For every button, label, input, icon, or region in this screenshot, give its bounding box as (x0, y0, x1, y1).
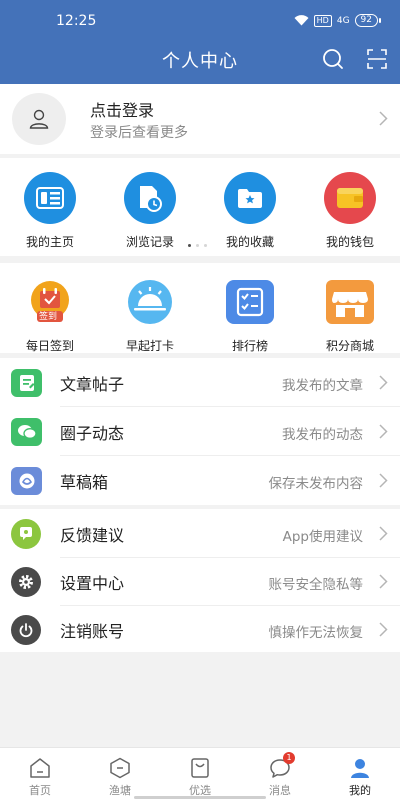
scan-icon[interactable] (367, 49, 387, 69)
chevron-right-icon (379, 375, 388, 394)
status-time: 12:25 (56, 13, 97, 29)
checkin-badge: 签到 (39, 312, 58, 322)
content-list: 文章帖子 我发布的文章 圈子动态 我发布的动态 草稿箱 保存未发布内容 (0, 358, 400, 505)
user-icon (29, 109, 49, 129)
nav-select[interactable]: 优选 (160, 757, 240, 798)
nav-label: 我的 (349, 784, 371, 797)
list-item-circle-posts[interactable]: 圈子动态 我发布的动态 (0, 407, 400, 456)
battery-icon: 92 (354, 14, 382, 27)
shortcut-wallet[interactable]: 我的钱包 (300, 172, 400, 250)
page-indicator (188, 244, 207, 247)
profile-icon (348, 757, 372, 779)
list-item-label: 设置中心 (60, 574, 125, 593)
page-dot (204, 244, 207, 247)
list-item-label: 注销账号 (60, 622, 125, 641)
nav-profile[interactable]: 我的 (320, 757, 400, 798)
list-item-feedback[interactable]: 反馈建议 App使用建议 (0, 509, 400, 558)
chat-icon (11, 418, 42, 446)
chevron-right-icon (379, 622, 388, 641)
home-icon (28, 757, 52, 779)
message-icon: 1 (268, 752, 295, 779)
shortcut-favorites[interactable]: 我的收藏 (200, 172, 300, 250)
wallet-icon (324, 172, 376, 224)
feature-ranking[interactable]: 排行榜 (200, 279, 300, 354)
chevron-right-icon (379, 526, 388, 545)
list-item-hint: 我发布的动态 (282, 427, 363, 443)
feature-label: 积分商城 (325, 339, 374, 353)
list-item-hint: 我发布的文章 (282, 378, 363, 394)
shortcut-grid: 我的主页 浏览记录 我的收藏 我的钱包 (0, 158, 400, 256)
favorites-icon (224, 172, 276, 224)
chevron-right-icon (379, 111, 388, 130)
homepage-icon (24, 172, 76, 224)
status-icons: HD 4G 92 (294, 14, 382, 27)
shopping-bag-icon (188, 757, 212, 779)
nav-pond[interactable]: 渔塘 (80, 757, 160, 798)
list-item-hint: 保存未发布内容 (268, 476, 364, 492)
shortcut-history[interactable]: 浏览记录 (100, 172, 200, 250)
status-bar: 12:25 HD 4G 92 (0, 0, 400, 40)
shortcut-label: 我的收藏 (225, 235, 274, 249)
list-item-settings[interactable]: 设置中心 账号安全隐私等 (0, 557, 400, 606)
checkin-icon: 签到 (25, 279, 75, 325)
feature-label: 早起打卡 (125, 339, 174, 353)
list-item-deactivate[interactable]: 注销账号 慎操作无法恢复 (0, 605, 400, 654)
shortcut-my-homepage[interactable]: 我的主页 (0, 172, 100, 250)
top-bar: 12:25 HD 4G 92 个人中心 (0, 0, 400, 84)
bottom-nav: 首页 渔塘 优选 1 消息 我的 (0, 747, 400, 800)
settings-list: 反馈建议 App使用建议 设置中心 账号安全隐私等 注销账号 慎操作无法恢复 (0, 509, 400, 652)
list-item-hint: 慎操作无法恢复 (268, 625, 364, 641)
page-dot (196, 244, 199, 247)
wifi-icon (294, 15, 309, 26)
settings-icon (11, 567, 41, 597)
ranking-icon (225, 279, 275, 325)
nav-messages[interactable]: 1 消息 (240, 752, 320, 798)
article-icon (11, 369, 42, 397)
message-badge: 1 (283, 752, 295, 764)
history-icon (124, 172, 176, 224)
nav-home[interactable]: 首页 (0, 757, 80, 798)
feature-daily-checkin[interactable]: 签到 每日签到 (0, 279, 100, 354)
search-icon[interactable] (322, 48, 344, 70)
home-indicator (134, 796, 266, 799)
chevron-right-icon (379, 574, 388, 593)
login-card[interactable]: 点击登录 登录后查看更多 (0, 84, 400, 154)
sunrise-icon (125, 279, 175, 325)
shortcut-label: 我的主页 (25, 235, 74, 249)
hd-badge: HD (313, 14, 332, 27)
login-subtitle: 登录后查看更多 (90, 125, 188, 141)
login-title[interactable]: 点击登录 (90, 97, 154, 121)
list-item-hint: App使用建议 (282, 529, 363, 545)
nav-label: 首页 (29, 784, 51, 797)
list-item-articles[interactable]: 文章帖子 我发布的文章 (0, 358, 400, 407)
list-item-label: 文章帖子 (60, 375, 125, 394)
list-item-drafts[interactable]: 草稿箱 保存未发布内容 (0, 456, 400, 505)
drafts-icon (11, 467, 42, 495)
avatar[interactable] (12, 93, 66, 145)
list-item-label: 反馈建议 (60, 526, 125, 545)
chevron-right-icon (379, 473, 388, 492)
chevron-right-icon (379, 424, 388, 443)
feature-points-store[interactable]: 积分商城 (300, 279, 400, 354)
pond-icon (108, 757, 132, 779)
feature-early-rise[interactable]: 早起打卡 (100, 279, 200, 354)
feature-label: 排行榜 (231, 339, 268, 353)
store-icon (325, 279, 375, 325)
signal-icon: 4G (336, 15, 350, 26)
power-icon (11, 615, 41, 645)
list-item-hint: 账号安全隐私等 (268, 577, 364, 593)
list-item-label: 圈子动态 (60, 424, 125, 443)
feedback-icon (11, 519, 41, 549)
shortcut-label: 浏览记录 (125, 235, 174, 249)
feature-grid: 签到 每日签到 早起打卡 排行榜 积分商城 (0, 263, 400, 353)
shortcut-label: 我的钱包 (325, 235, 374, 249)
page-dot (188, 244, 191, 247)
feature-label: 每日签到 (25, 339, 74, 353)
list-item-label: 草稿箱 (60, 473, 109, 492)
